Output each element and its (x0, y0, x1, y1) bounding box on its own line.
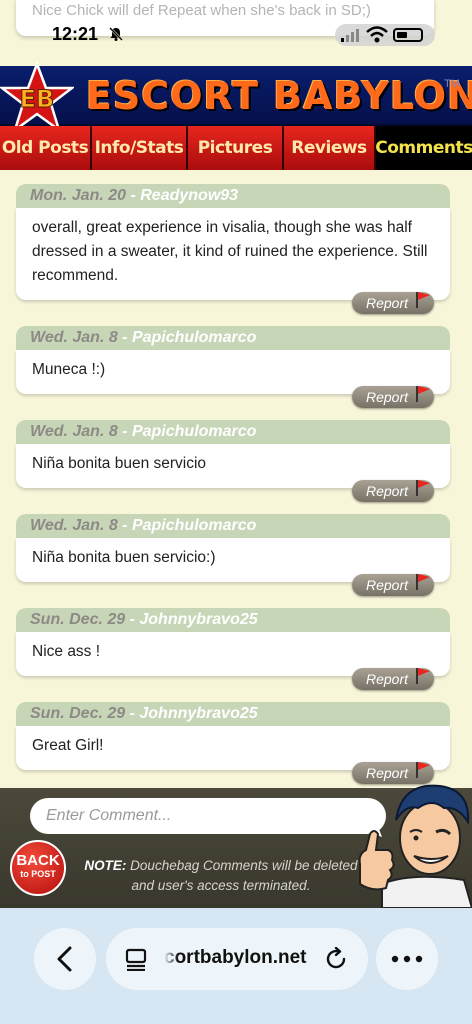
back-sub-label: to POST (20, 869, 56, 879)
logo-star-icon[interactable]: EB (0, 62, 74, 134)
comments-list: Mon. Jan. 20 - Readynow93 overall, great… (16, 184, 450, 796)
battery-icon (393, 28, 423, 42)
tab-reviews[interactable]: Reviews (284, 126, 376, 170)
report-label: Report (366, 389, 409, 405)
comment-username[interactable]: Papichulomarco (132, 329, 256, 346)
site-header: EB ESCORT BABYLON TM (0, 62, 472, 134)
chevron-left-icon (57, 946, 72, 972)
tab-pictures[interactable]: Pictures (188, 126, 284, 170)
report-button[interactable]: Report (352, 668, 434, 690)
comment-header: Wed. Jan. 8 - Papichulomarco (16, 326, 450, 350)
report-label: Report (366, 295, 409, 311)
back-label: BACK (16, 852, 60, 869)
address-bar[interactable]: cortbabylon.net (106, 928, 368, 990)
comment-card: Wed. Jan. 8 - Papichulomarco Niña bonita… (16, 514, 450, 596)
more-options-button[interactable] (376, 928, 438, 990)
report-button[interactable]: Report (352, 292, 434, 314)
moderation-note: NOTE: Douchebag Comments will be deleted… (76, 856, 366, 896)
tab-old-posts[interactable]: Old Posts (0, 126, 92, 170)
tab-info-stats[interactable]: Info/Stats (92, 126, 188, 170)
logo-badge: EB (20, 85, 55, 113)
comment-username[interactable]: Johnnybravo25 (139, 611, 257, 628)
comment-date: Mon. Jan. 20 (30, 187, 127, 204)
tab-comments[interactable]: Comments (375, 126, 472, 170)
back-to-post-button[interactable]: BACK to POST (10, 840, 66, 896)
wifi-icon (366, 26, 388, 43)
trademark: TM (444, 78, 460, 90)
more-dots-icon (391, 955, 423, 963)
comment-username[interactable]: Papichulomarco (132, 423, 256, 440)
comment-card: Sun. Dec. 29 - Johnnybravo25 Great Girl!… (16, 702, 450, 784)
flag-icon (416, 480, 430, 496)
note-text: Douchebag Comments will be deleted and u… (126, 858, 358, 893)
signal-icon (341, 29, 359, 42)
status-bar: 12:21 (0, 0, 472, 66)
comment-username[interactable]: Readynow93 (140, 187, 238, 204)
note-prefix: NOTE: (84, 858, 127, 873)
flag-icon (416, 292, 430, 308)
site-logo-text[interactable]: ESCORT BABYLON (86, 74, 472, 118)
comment-card: Wed. Jan. 8 - Papichulomarco Muneca !:) … (16, 326, 450, 408)
status-time: 12:21 (52, 24, 99, 44)
browser-toolbar: cortbabylon.net (0, 908, 472, 1024)
flag-icon (416, 386, 430, 402)
comment-header: Sun. Dec. 29 - Johnnybravo25 (16, 608, 450, 632)
report-button[interactable]: Report (352, 386, 434, 408)
section-tabs: Old Posts Info/Stats Pictures Reviews Co… (0, 126, 472, 170)
report-button[interactable]: Report (352, 574, 434, 596)
report-label: Report (366, 671, 409, 687)
url-fade (164, 942, 178, 976)
comment-header: Sun. Dec. 29 - Johnnybravo25 (16, 702, 450, 726)
comment-header: Wed. Jan. 8 - Papichulomarco (16, 420, 450, 444)
comment-card: Sun. Dec. 29 - Johnnybravo25 Nice ass ! … (16, 608, 450, 690)
flag-icon (416, 574, 430, 590)
bell-off-icon (109, 27, 123, 41)
reload-icon[interactable] (324, 947, 348, 971)
comment-card: Wed. Jan. 8 - Papichulomarco Niña bonita… (16, 420, 450, 502)
comment-entry-bar: BACK to POST NOTE: Douchebag Comments wi… (0, 784, 472, 908)
report-button[interactable]: Report (352, 480, 434, 502)
comment-username[interactable]: Johnnybravo25 (139, 705, 257, 722)
report-label: Report (366, 483, 409, 499)
mascot-thumbs-up-icon (358, 784, 472, 908)
comment-date: Wed. Jan. 8 (30, 329, 118, 346)
back-button[interactable] (34, 928, 96, 990)
comment-header: Wed. Jan. 8 - Papichulomarco (16, 514, 450, 538)
url-text: cortbabylon.net (164, 947, 307, 968)
comment-date: Wed. Jan. 8 (30, 423, 118, 440)
report-label: Report (366, 577, 409, 593)
comment-date: Sun. Dec. 29 (30, 611, 126, 628)
comment-header: Mon. Jan. 20 - Readynow93 (16, 184, 450, 208)
comment-date: Wed. Jan. 8 (30, 517, 118, 534)
comment-username[interactable]: Papichulomarco (132, 517, 256, 534)
comment-card: Mon. Jan. 20 - Readynow93 overall, great… (16, 184, 450, 314)
comment-text: overall, great experience in visalia, th… (16, 208, 450, 300)
tabs-icon[interactable] (124, 947, 148, 971)
status-icons (335, 24, 435, 46)
comment-date: Sun. Dec. 29 (30, 705, 126, 722)
flag-icon (416, 668, 430, 684)
comment-input[interactable] (30, 798, 386, 834)
